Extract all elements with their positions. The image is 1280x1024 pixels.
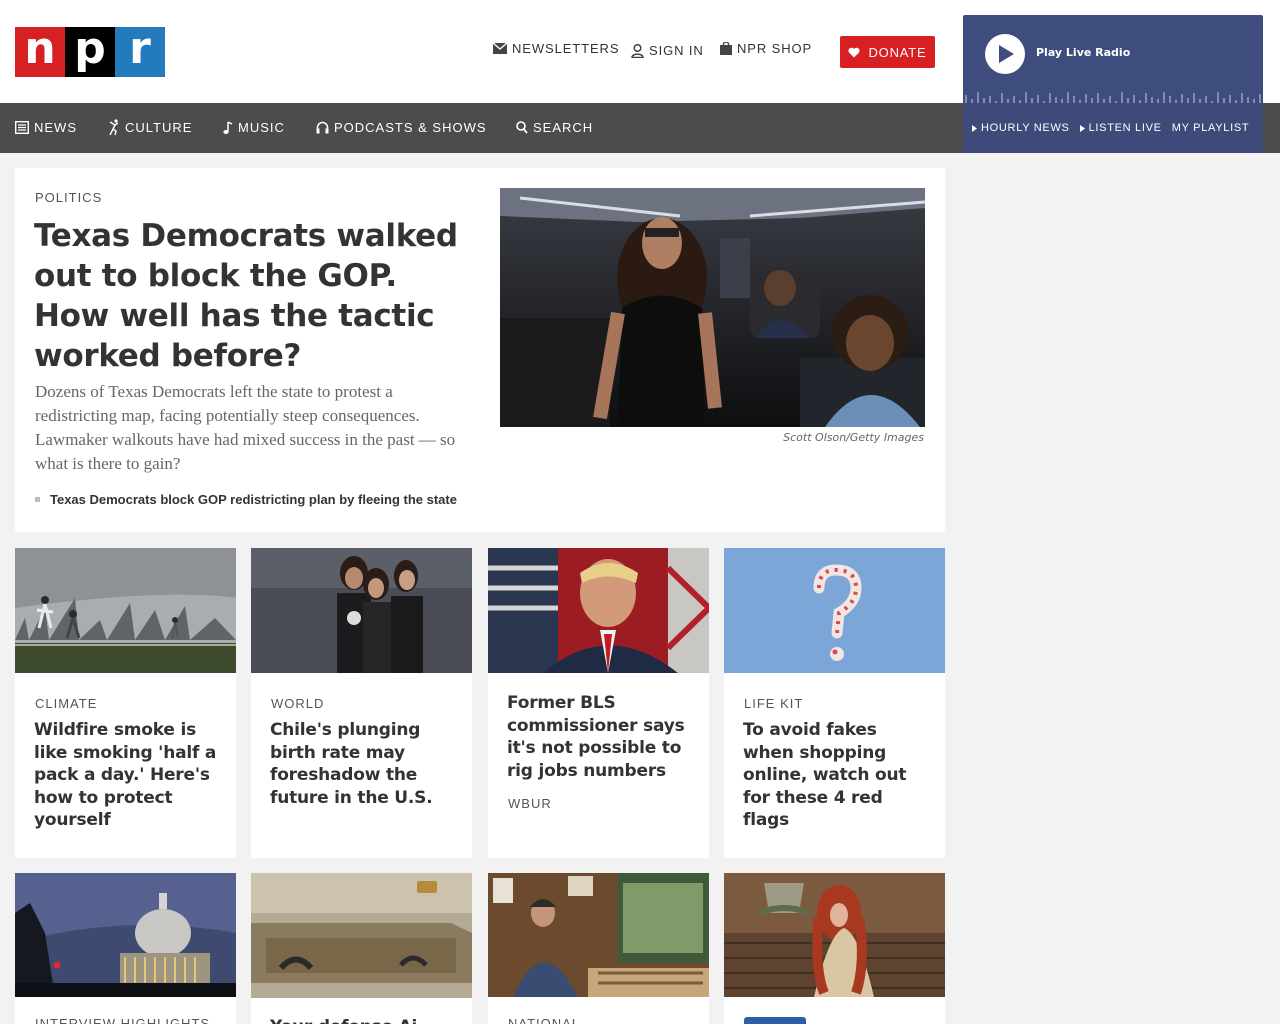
bag-icon <box>720 42 732 55</box>
nav-item-news[interactable]: NEWS <box>15 120 77 135</box>
card-headline[interactable]: To avoid fakes when shopping online, wat… <box>743 719 931 832</box>
play-icon <box>999 45 1014 63</box>
sign-in-label: SIGN IN <box>649 43 704 58</box>
nav-item-culture[interactable]: CULTURE <box>108 119 192 136</box>
music-note-icon <box>223 120 233 134</box>
card-slug[interactable]: WORLD <box>271 696 324 711</box>
nav-item-search[interactable]: SEARCH <box>516 120 593 135</box>
story-thumbnail[interactable] <box>724 873 945 997</box>
donate-label: DONATE <box>868 44 927 60</box>
headphones-icon <box>316 121 329 134</box>
story-card[interactable]: LIFE KIT To avoid fakes when shopping on… <box>724 548 945 858</box>
bullet-icon <box>35 497 40 502</box>
lead-story: POLITICS Texas Democrats walked out to b… <box>15 168 945 532</box>
logo-letter-n: n <box>15 27 65 77</box>
envelope-icon <box>493 43 507 54</box>
nav-item-podcasts[interactable]: PODCASTS & SHOWS <box>316 120 487 135</box>
newsletters-label: NEWSLETTERS <box>512 41 620 56</box>
play-small-icon <box>972 124 977 132</box>
story-thumbnail[interactable] <box>488 873 709 997</box>
story-card[interactable]: WORLD Chile's plunging birth rate may fo… <box>251 548 472 858</box>
nav-label-music: MUSIC <box>238 120 285 135</box>
play-small-icon <box>1079 124 1085 132</box>
card-source[interactable]: WBUR <box>508 796 552 811</box>
card-slug[interactable]: CLIMATE <box>35 696 97 711</box>
npr-shop-link[interactable]: NPR SHOP <box>720 41 812 56</box>
nav-label-culture: CULTURE <box>125 120 193 135</box>
story-thumbnail[interactable] <box>488 548 709 673</box>
player-links: HOURLY NEWS LISTEN LIVE MY PLAYLIST <box>963 103 1263 153</box>
npr-shop-label: NPR SHOP <box>737 41 813 56</box>
lead-headline[interactable]: Texas Democrats walked out to block the … <box>34 216 464 376</box>
story-tag-badge[interactable] <box>744 1017 806 1024</box>
story-card[interactable]: CLIMATE Wildfire smoke is like smoking '… <box>15 548 236 858</box>
story-thumbnail[interactable] <box>724 548 945 673</box>
story-card[interactable]: NATIONAL <box>488 873 709 1024</box>
card-headline[interactable]: Your defense Ai <box>270 1016 458 1024</box>
sign-in-link[interactable]: SIGN IN <box>631 43 704 58</box>
photo-credit: Scott Olson/Getty Images <box>783 431 924 444</box>
dancer-icon <box>109 119 119 136</box>
lead-slug[interactable]: POLITICS <box>35 190 102 205</box>
hourly-news-label: HOURLY NEWS <box>981 122 1070 134</box>
heart-icon <box>848 47 861 57</box>
nav-label-news: NEWS <box>34 120 77 135</box>
logo-letter-r: r <box>115 27 165 77</box>
listen-live-label: LISTEN LIVE <box>1088 122 1162 134</box>
card-headline[interactable]: Wildfire smoke is like smoking 'half a p… <box>34 719 222 832</box>
card-slug[interactable]: NATIONAL <box>508 1016 580 1024</box>
play-button[interactable] <box>985 34 1025 74</box>
my-playlist-label: MY PLAYLIST <box>1171 122 1250 134</box>
user-icon <box>631 43 644 58</box>
logo-letter-p: p <box>65 27 115 77</box>
my-playlist-link[interactable]: MY PLAYLIST <box>1172 122 1250 134</box>
related-link[interactable]: Texas Democrats block GOP redistricting … <box>35 492 457 507</box>
npr-logo[interactable]: n p r <box>15 27 165 77</box>
listen-live-link[interactable]: LISTEN LIVE <box>1079 122 1162 134</box>
story-card[interactable] <box>724 873 945 1024</box>
nav-label-search: SEARCH <box>533 120 594 135</box>
story-card[interactable]: Former BLS commissioner says it's not po… <box>488 548 709 858</box>
main-nav: NEWS CULTURE MUSIC PODCASTS & SHOWS SEAR… <box>0 103 963 153</box>
card-slug[interactable]: INTERVIEW HIGHLIGHTS <box>35 1016 210 1024</box>
lead-teaser[interactable]: Dozens of Texas Democrats left the state… <box>35 380 475 476</box>
card-headline[interactable]: Former BLS commissioner says it's not po… <box>507 692 695 782</box>
story-thumbnail[interactable] <box>15 548 236 673</box>
story-thumbnail[interactable] <box>251 548 472 673</box>
nav-label-podcasts: PODCASTS & SHOWS <box>334 120 487 135</box>
story-card[interactable]: Your defense Ai <box>251 873 472 1024</box>
story-card[interactable]: INTERVIEW HIGHLIGHTS <box>15 873 236 1024</box>
search-icon <box>516 121 528 134</box>
story-thumbnail[interactable] <box>251 873 472 998</box>
live-radio-player: Play Live Radio HOURLY NEWS LISTEN LIVE … <box>963 15 1263 153</box>
hourly-news-link[interactable]: HOURLY NEWS <box>972 122 1070 134</box>
related-label: Texas Democrats block GOP redistricting … <box>50 492 457 507</box>
donate-button[interactable]: DONATE <box>840 36 935 68</box>
play-live-radio-label[interactable]: Play Live Radio <box>1036 46 1130 59</box>
lead-photo[interactable] <box>500 188 925 427</box>
story-thumbnail[interactable] <box>15 873 236 997</box>
card-slug[interactable]: LIFE KIT <box>744 696 803 711</box>
nav-item-music[interactable]: MUSIC <box>223 120 285 135</box>
nav-bar-end <box>1263 103 1280 153</box>
card-headline[interactable]: Chile's plunging birth rate may foreshad… <box>270 719 458 809</box>
newsletters-link[interactable]: NEWSLETTERS <box>493 41 619 56</box>
newspaper-icon <box>15 121 29 134</box>
